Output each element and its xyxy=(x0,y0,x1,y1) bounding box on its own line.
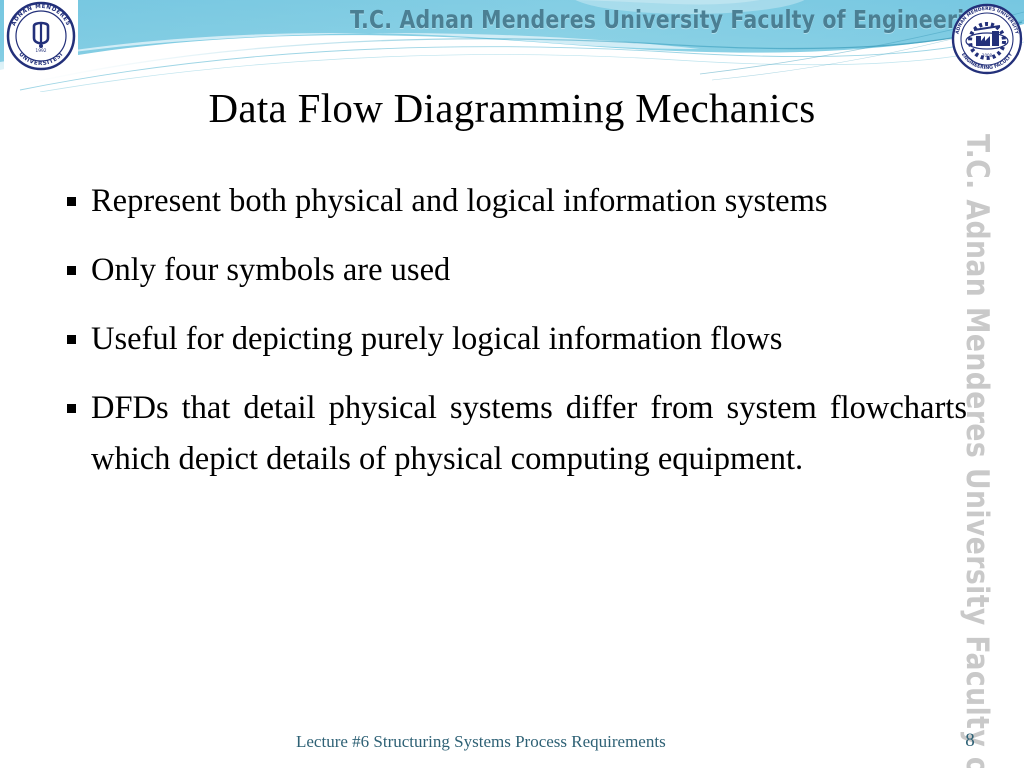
watermark-text: T.C. Adnan Menderes University Faculty o… xyxy=(959,134,995,768)
bullet-item: DFDs that detail physical systems differ… xyxy=(62,383,967,485)
square-bullet-icon xyxy=(67,404,76,413)
slide-canvas: T.C. Adnan Menderes University Faculty o… xyxy=(0,0,1024,768)
header-institution-text: T.C. Adnan Menderes University Faculty o… xyxy=(350,5,994,34)
svg-text:2008: 2008 xyxy=(982,53,993,58)
bullet-item: Useful for depicting purely logical info… xyxy=(62,314,967,365)
svg-text:1992: 1992 xyxy=(35,48,46,54)
bullet-text: Useful for depicting purely logical info… xyxy=(91,321,783,357)
slide-page-number: 8 xyxy=(965,730,975,751)
vertical-institution-watermark: T.C. Adnan Menderes University Faculty o… xyxy=(955,134,999,768)
bullet-item: Only four symbols are used xyxy=(62,245,967,296)
bullet-text: Only four symbols are used xyxy=(91,252,451,288)
footer-lecture-note: Lecture #6 Structuring Systems Process R… xyxy=(296,732,666,751)
square-bullet-icon xyxy=(67,266,76,275)
bullet-item: Represent both physical and logical info… xyxy=(62,176,967,227)
engineering-faculty-seal-logo: ADNAN MENDERES UNIVERSITY ENGINEERING FA… xyxy=(950,0,1024,78)
square-bullet-icon xyxy=(67,335,76,344)
university-seal-logo: ADNAN MENDERES UNIVERSITESI 1992 xyxy=(4,0,78,72)
bullet-list: Represent both physical and logical info… xyxy=(62,176,967,485)
slide-title: Data Flow Diagramming Mechanics xyxy=(208,85,816,131)
square-bullet-icon xyxy=(67,197,76,206)
bullet-text: DFDs that detail physical systems differ… xyxy=(91,390,967,477)
bullet-text: Represent both physical and logical info… xyxy=(91,183,828,219)
